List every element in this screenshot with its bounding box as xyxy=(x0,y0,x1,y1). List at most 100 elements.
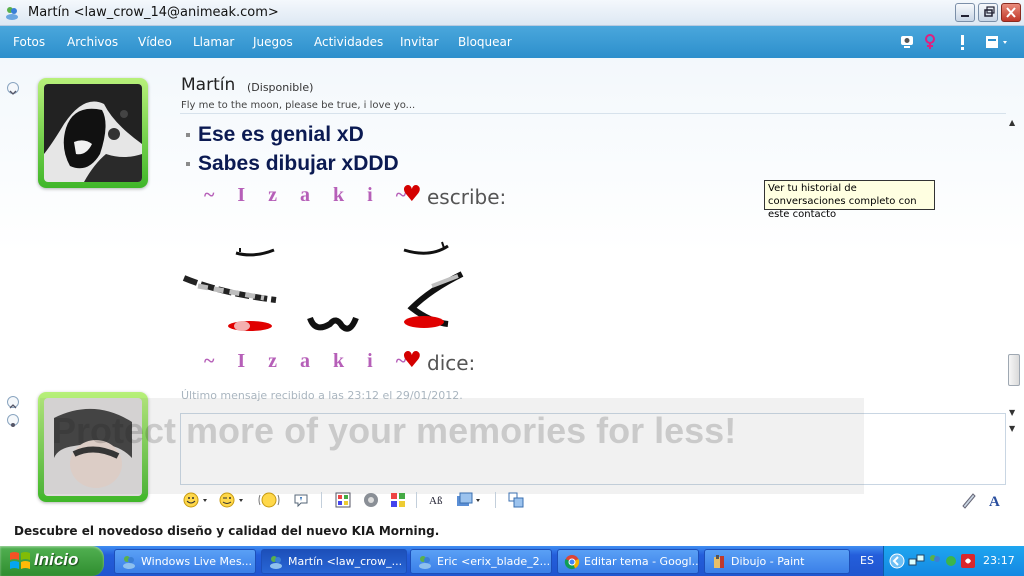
handwriting-ink xyxy=(182,241,464,332)
toolbar-separator xyxy=(416,492,417,508)
sender-name: ~ I z a k i ~ xyxy=(204,350,416,372)
nudge-icon[interactable] xyxy=(953,33,971,51)
says-label: dice: xyxy=(427,351,476,375)
messenger-icon xyxy=(123,556,135,569)
menu-invitar[interactable]: Invitar xyxy=(400,35,439,49)
sender-name: ~ I z a k i ~ xyxy=(204,184,416,206)
games-icon[interactable] xyxy=(389,491,407,509)
language-indicator[interactable]: ES xyxy=(860,554,874,567)
webcam-icon xyxy=(11,423,15,427)
messenger-icon xyxy=(270,556,282,569)
start-label: Inicio xyxy=(34,550,79,569)
menu-video[interactable]: Vídeo xyxy=(138,35,172,49)
menu-actividades[interactable]: Actividades xyxy=(314,35,383,49)
collapse-own-button[interactable] xyxy=(7,396,19,409)
minimize-icon xyxy=(961,15,969,17)
windows-logo-icon xyxy=(10,552,30,569)
toolbar-separator xyxy=(321,492,322,508)
maximize-button[interactable] xyxy=(978,3,998,22)
compose-toolbar: Aß A xyxy=(180,486,1006,514)
background-icon[interactable] xyxy=(334,491,352,509)
message-line: Ese es genial xD xyxy=(186,123,364,147)
svg-text:A: A xyxy=(989,494,1000,509)
gender-icon[interactable] xyxy=(922,33,940,51)
personal-message: Fly me to the moon, please be true, i lo… xyxy=(181,100,416,111)
contact-avatar-image xyxy=(44,84,142,182)
scroll-down-arrow-2[interactable]: ▼ xyxy=(1009,424,1015,433)
heart-emoticon: ♥ xyxy=(402,348,422,373)
menu-archivos[interactable]: Archivos xyxy=(67,35,118,49)
text-mode-icon[interactable]: A xyxy=(986,491,1004,509)
taskbar-item-paint[interactable]: Dibujo - Paint xyxy=(704,549,850,574)
scroll-down-arrow[interactable]: ▼ xyxy=(1009,408,1015,417)
taskbar-item-label: Dibujo - Paint xyxy=(731,555,805,568)
close-icon xyxy=(1006,7,1016,18)
message-text: Sabes dibujar xDDD xyxy=(198,152,399,175)
font-icon[interactable]: Aß xyxy=(428,491,446,509)
contact-avatar[interactable] xyxy=(38,78,148,188)
collapse-contact-button[interactable] xyxy=(7,82,19,95)
chevron-down-icon xyxy=(9,90,17,95)
start-button[interactable]: Inicio xyxy=(0,546,104,576)
menu-bloquear[interactable]: Bloquear xyxy=(458,35,512,49)
handwriting-icon[interactable] xyxy=(960,491,978,509)
contact-name: Martín xyxy=(181,75,236,95)
menu-fotos[interactable]: Fotos xyxy=(13,35,45,49)
bullet xyxy=(186,162,190,167)
chevron-up-icon xyxy=(9,404,17,409)
paint-icon xyxy=(714,555,724,568)
taskbar-item-eric[interactable]: Eric <erix_blade_2... xyxy=(410,549,552,574)
scroll-up-arrow[interactable]: ▲ xyxy=(1009,118,1015,127)
advertisement-text[interactable]: Descubre el novedoso diseño y calidad de… xyxy=(14,524,439,538)
message-text: Ese es genial xD xyxy=(198,123,364,146)
menu-juegos[interactable]: Juegos xyxy=(253,35,293,49)
wink-animation-icon[interactable] xyxy=(258,491,280,509)
restore-icon xyxy=(984,6,995,17)
taskbar-item-label: Martín <law_crow_... xyxy=(288,555,403,568)
taskbar-item-label: Windows Live Mes... xyxy=(141,555,253,568)
taskbar-item-messenger[interactable]: Windows Live Mes... xyxy=(114,549,256,574)
tray-expand-icon[interactable] xyxy=(889,553,905,569)
status-icon[interactable] xyxy=(944,553,958,569)
menu-bar: Fotos Archivos Vídeo Llamar Juegos Activ… xyxy=(0,26,1024,58)
taskbar-item-label: Eric <erix_blade_2... xyxy=(437,555,551,568)
messenger-tray-icon[interactable] xyxy=(928,553,942,569)
system-tray: 23:17 xyxy=(883,546,1024,576)
network-icon[interactable] xyxy=(908,553,926,569)
messenger-icon xyxy=(6,7,18,20)
nudge-icon[interactable] xyxy=(292,491,310,509)
title-bar: Martín <law_crow_14@animeak.com> xyxy=(0,0,1024,26)
window-title: Martín <law_crow_14@animeak.com> xyxy=(28,5,279,20)
taskbar-item-label: Editar tema - Googl... xyxy=(584,555,699,568)
conversation-scrollbar[interactable]: ▲ ▼ ▼ xyxy=(1007,118,1021,440)
options-icon[interactable] xyxy=(984,33,1012,51)
bullet xyxy=(186,133,190,138)
toolbar-separator xyxy=(495,492,496,508)
svg-text:Aß: Aß xyxy=(429,495,443,507)
webcam-toggle-button[interactable] xyxy=(7,414,19,427)
menu-llamar[interactable]: Llamar xyxy=(193,35,234,49)
watermark-text: Protect more of your memories for less! xyxy=(52,410,737,451)
chrome-icon xyxy=(564,555,580,570)
photobucket-watermark: Protect more of your memories for less! xyxy=(40,398,864,494)
clock: 23:17 xyxy=(983,554,1015,567)
webcam-icon[interactable] xyxy=(898,33,916,51)
messenger-icon xyxy=(419,556,431,569)
message-line: Sabes dibujar xDDD xyxy=(186,152,399,176)
share-icon[interactable] xyxy=(507,491,525,509)
emoticon-icon[interactable] xyxy=(182,491,212,509)
scrollbar-thumb[interactable] xyxy=(1008,354,1020,386)
send-file-icon[interactable] xyxy=(455,491,485,509)
voice-clip-icon[interactable] xyxy=(362,491,380,509)
contact-status: (Disponible) xyxy=(247,81,314,94)
taskbar: Inicio Windows Live Mes... Martín <law_c… xyxy=(0,546,1024,576)
antivirus-icon[interactable] xyxy=(960,553,976,569)
close-button[interactable] xyxy=(1001,3,1021,22)
writes-label: escribe: xyxy=(427,185,507,209)
taskbar-item-chrome[interactable]: Editar tema - Googl... xyxy=(557,549,699,574)
heart-emoticon: ♥ xyxy=(402,182,422,207)
conversation-area: Martín (Disponible) Fly me to the moon, … xyxy=(0,58,1024,546)
taskbar-item-martin[interactable]: Martín <law_crow_... xyxy=(261,549,407,574)
wink-icon[interactable] xyxy=(218,491,248,509)
minimize-button[interactable] xyxy=(955,3,975,22)
